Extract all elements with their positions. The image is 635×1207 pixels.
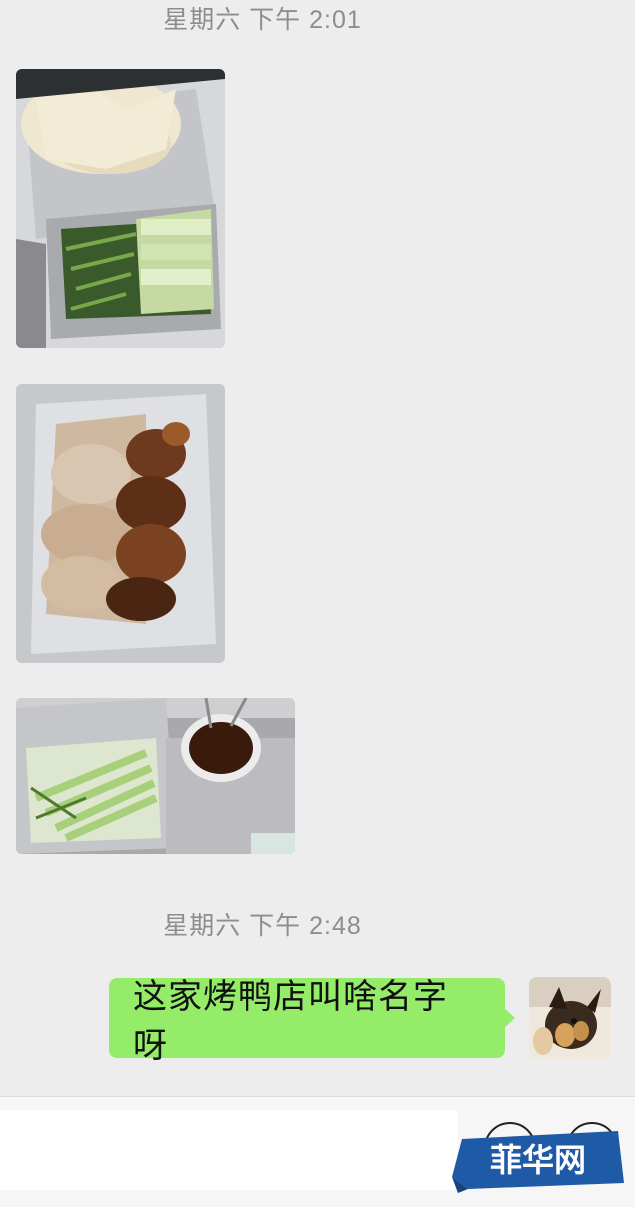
image-message-sauce-and-cucumber[interactable]	[16, 698, 295, 854]
timestamp-2: 星期六 下午 2:48	[163, 912, 362, 940]
bubble-tail	[504, 1008, 515, 1028]
timestamp-1: 星期六 下午 2:01	[163, 6, 362, 34]
watermark-logo: 菲华网	[448, 1127, 626, 1193]
sent-message-bubble[interactable]: 这家烤鸭店叫啥名字呀	[109, 978, 505, 1065]
watermark-text: 菲华网	[490, 1141, 586, 1179]
sent-message-text: 这家烤鸭店叫啥名字呀	[133, 978, 448, 1065]
image-message-pancakes[interactable]	[16, 69, 225, 348]
image-message-roast-duck[interactable]	[16, 384, 225, 663]
avatar[interactable]	[529, 977, 611, 1059]
message-input[interactable]	[0, 1110, 458, 1190]
